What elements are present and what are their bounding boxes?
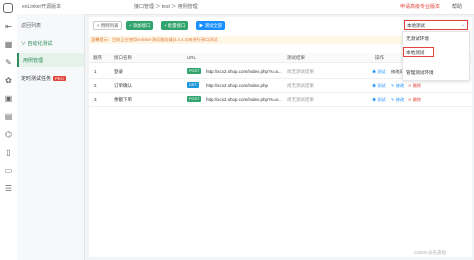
delete-action-link[interactable]: ✕ 删除	[408, 97, 421, 103]
watermark-text: CSDN @孔皮哒	[414, 250, 447, 255]
sidebar-item-case-management[interactable]: 用例管理	[17, 53, 84, 67]
delete-action-link[interactable]: ✕ 删除	[408, 83, 421, 89]
breadcrumb[interactable]: 接口管理 ＞ test ＞ 用例管理	[134, 3, 198, 10]
share-icon[interactable]: ⌬	[4, 130, 13, 139]
sub-sidebar: 返回列表 ∨ 自动化测试 用例管理 定时测试任务 PRO	[17, 14, 85, 260]
back-to-cases-button[interactable]: < 用例列表	[93, 21, 123, 30]
test-action-link[interactable]: ◉ 测试	[372, 83, 386, 89]
row-url: http://xcx2.shop.com/index.php?s=a...	[206, 97, 282, 102]
sidebar-group-automation[interactable]: ∨ 自动化测试	[21, 40, 52, 47]
expand-icon[interactable]: ⇤	[4, 22, 13, 31]
row-result: 尚无测试结果	[287, 97, 314, 102]
test-all-button[interactable]: ▶ 测试全部	[196, 21, 226, 30]
environment-select-value: 本地测试	[407, 23, 425, 28]
top-bar: eoLinker开源版本 接口管理 ＞ test ＞ 用例管理 申请高级专业版本…	[17, 0, 474, 15]
list-icon[interactable]: ☰	[4, 184, 13, 193]
row-order: 2	[94, 83, 97, 88]
row-order: 3	[94, 97, 97, 102]
upgrade-link[interactable]: 申请高级专业版本	[400, 3, 440, 10]
help-link[interactable]: 帮助	[452, 3, 462, 10]
method-badge: POST	[187, 96, 202, 102]
sidebar-item-label: 定时测试任务	[21, 76, 52, 82]
pro-badge: PRO	[53, 76, 66, 81]
row-url: http://xcx2.shop.com/index.php?s=a...	[206, 69, 282, 74]
environment-select[interactable]: 本地测试 ⌄	[404, 20, 468, 30]
chevron-down-icon: ⌄	[460, 22, 465, 28]
env-option-none[interactable]: 无测试环境	[406, 36, 429, 42]
toolbox-icon[interactable]: ▣	[4, 94, 13, 103]
edit-action-link[interactable]: ✎ 修改	[391, 97, 404, 103]
method-badge: POST	[187, 68, 202, 74]
column-header-actions: 操作	[375, 55, 384, 60]
add-interface-button[interactable]: + 添加接口	[126, 21, 154, 30]
cluster-icon[interactable]: ✿	[4, 76, 13, 85]
table-row: 2 订单确认 GET http://xcx2.shop.com/index.ph…	[89, 79, 472, 93]
calendar-icon[interactable]: ▦	[4, 40, 13, 49]
env-option-local[interactable]: 本地测试	[403, 47, 434, 57]
icon-rail: ⇤ ▦ ✎ ✿ ▣ ▤ ⌬ ▯ ▭ ☰	[0, 0, 18, 260]
row-name: 余额下单	[114, 97, 132, 102]
column-header-name: 接口名称	[114, 55, 132, 60]
table-row: 3 余额下单 POST http://xcx2.shop.com/index.p…	[89, 93, 472, 107]
wrench-icon[interactable]: ✎	[4, 58, 13, 67]
row-order: 1	[94, 69, 97, 74]
document-icon[interactable]: ▯	[4, 148, 13, 157]
row-result: 尚无测试结果	[287, 69, 314, 74]
batch-add-button[interactable]: + 批量接口	[161, 21, 189, 30]
test-action-link[interactable]: ◉ 测试	[372, 97, 386, 103]
row-name: 订单确认	[114, 83, 132, 88]
method-badge: GET	[187, 82, 199, 88]
column-header-url: URL	[187, 55, 197, 60]
app-title: eoLinker开源版本	[22, 4, 62, 10]
notice-banner: 温馨提示：目前正在使用eolinker测试服务器(4.4.4.4)来进行接口测试	[89, 36, 404, 44]
clipboard-icon[interactable]: ▭	[4, 166, 13, 175]
row-url: http://xcx2.shop.com/index.php	[206, 83, 269, 88]
layers-icon[interactable]: ▤	[4, 112, 13, 121]
environment-dropdown: 无测试环境 本地测试 管理测试环境	[402, 31, 470, 81]
row-name: 登录	[114, 69, 123, 74]
column-header-order: 顺序	[93, 55, 102, 60]
env-option-manage[interactable]: 管理测试环境	[406, 70, 434, 76]
row-result: 尚无测试结果	[287, 83, 314, 88]
column-header-result: 测试结果	[287, 55, 305, 60]
sidebar-item-label: 用例管理	[23, 58, 44, 64]
app-logo-icon	[3, 3, 13, 13]
test-action-link[interactable]: ◉ 测试	[372, 69, 386, 75]
back-to-list-link[interactable]: 返回列表	[21, 22, 41, 29]
edit-action-link[interactable]: ✎ 修改	[391, 83, 404, 89]
sidebar-item-scheduled-tasks[interactable]: 定时测试任务 PRO	[17, 71, 84, 85]
